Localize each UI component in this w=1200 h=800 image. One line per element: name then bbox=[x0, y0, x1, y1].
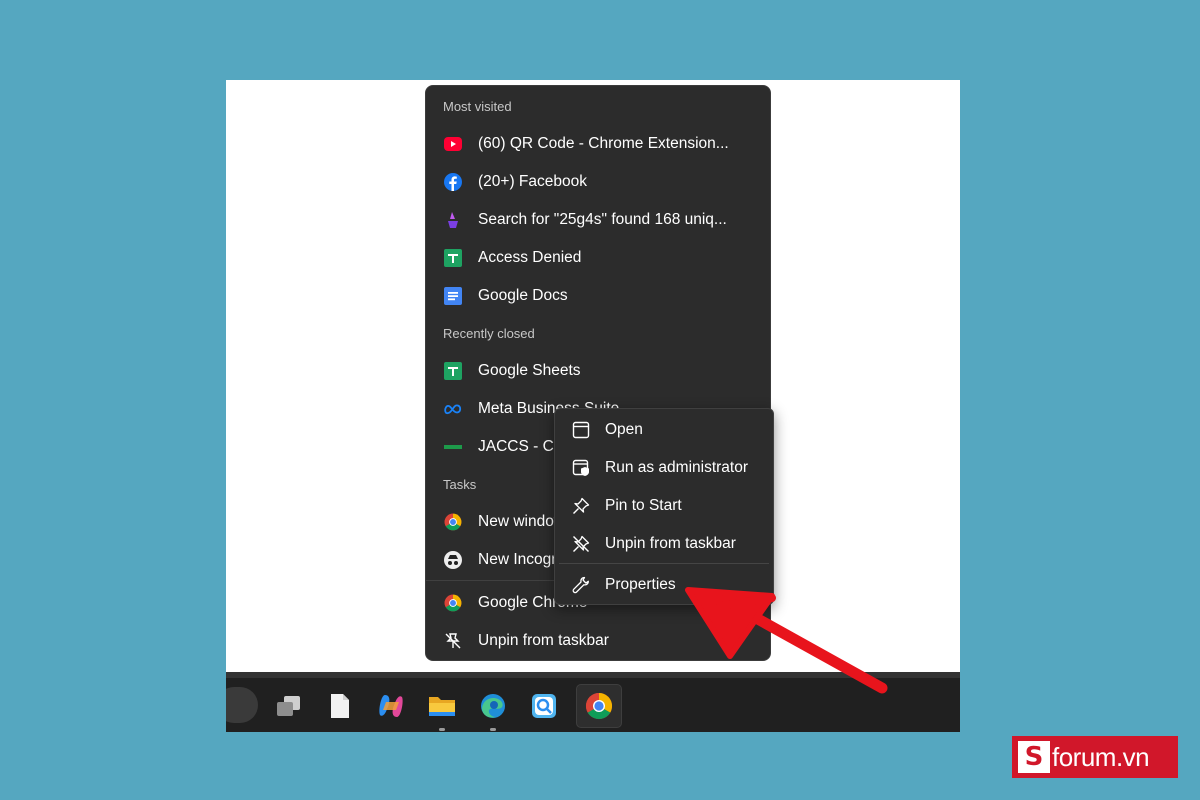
google-sheets-icon bbox=[444, 362, 462, 380]
copilot-icon[interactable] bbox=[368, 684, 414, 728]
google-docs-icon bbox=[444, 287, 462, 305]
menu-item-pin-to-start[interactable]: Pin to Start bbox=[555, 488, 773, 524]
unpin-icon bbox=[571, 534, 591, 554]
jump-item-label: Unpin from taskbar bbox=[478, 632, 609, 649]
jump-item-label: Google Sheets bbox=[478, 362, 581, 379]
jump-item-google-docs[interactable]: Google Docs bbox=[426, 278, 770, 314]
jump-item-youtube[interactable]: (60) QR Code - Chrome Extension... bbox=[426, 126, 770, 162]
unpin-icon bbox=[444, 632, 462, 650]
menu-item-label: Run as administrator bbox=[605, 459, 749, 476]
jump-item-facebook[interactable]: (20+) Facebook bbox=[426, 164, 770, 200]
section-title-most-visited: Most visited bbox=[443, 99, 512, 114]
taskbar-search[interactable] bbox=[226, 687, 258, 723]
chrome-icon bbox=[444, 594, 462, 612]
section-title-tasks: Tasks bbox=[443, 477, 477, 492]
jump-item-label: (20+) Facebook bbox=[478, 173, 587, 190]
jaccs-icon bbox=[444, 438, 462, 456]
chrome-taskbar-icon[interactable] bbox=[576, 684, 622, 728]
jump-item-label: New window bbox=[478, 513, 566, 530]
running-indicator bbox=[490, 728, 496, 731]
menu-item-unpin-taskbar[interactable]: Unpin from taskbar bbox=[555, 526, 773, 562]
jump-item-label: Search for "25g4s" found 168 uniq... bbox=[478, 211, 727, 228]
menu-item-label: Open bbox=[605, 421, 643, 438]
section-title-recently-closed: Recently closed bbox=[443, 326, 535, 341]
jump-item-google-sheets[interactable]: Google Sheets bbox=[426, 353, 770, 389]
shield-window-icon bbox=[571, 458, 591, 478]
brand-mark: S bbox=[1018, 741, 1050, 773]
menu-item-label: Unpin from taskbar bbox=[605, 535, 736, 552]
sforum-logo: S forum.vn bbox=[1012, 736, 1178, 778]
menu-item-open[interactable]: Open bbox=[555, 412, 773, 448]
chrome-icon bbox=[444, 513, 462, 531]
file-icon[interactable] bbox=[317, 684, 363, 728]
window-icon bbox=[571, 420, 591, 440]
jump-item-label: Google Docs bbox=[478, 287, 568, 304]
file-explorer-icon[interactable] bbox=[419, 684, 465, 731]
red-arrow-annotation bbox=[685, 587, 888, 694]
jump-item-label: (60) QR Code - Chrome Extension... bbox=[478, 135, 729, 152]
menu-item-run-as-admin[interactable]: Run as administrator bbox=[555, 450, 773, 486]
edge-icon[interactable] bbox=[470, 684, 516, 731]
brand-text: forum.vn bbox=[1052, 741, 1150, 772]
jump-item-label: JACCS - Cô bbox=[478, 438, 563, 455]
meta-icon bbox=[444, 400, 462, 418]
facebook-icon bbox=[444, 173, 462, 191]
menu-item-label: Pin to Start bbox=[605, 497, 682, 514]
incognito-icon bbox=[444, 551, 462, 569]
jump-item-access-denied[interactable]: Access Denied bbox=[426, 240, 770, 276]
jump-item-search[interactable]: Search for "25g4s" found 168 uniq... bbox=[426, 202, 770, 238]
running-indicator bbox=[439, 728, 445, 731]
search-site-icon bbox=[444, 211, 462, 229]
wrench-icon bbox=[571, 575, 591, 595]
quick-assist-icon[interactable] bbox=[521, 684, 567, 728]
pin-icon bbox=[571, 496, 591, 516]
google-sheets-icon bbox=[444, 249, 462, 267]
youtube-icon bbox=[444, 135, 462, 153]
jump-item-label: Access Denied bbox=[478, 249, 582, 266]
task-view-icon[interactable] bbox=[266, 684, 312, 728]
